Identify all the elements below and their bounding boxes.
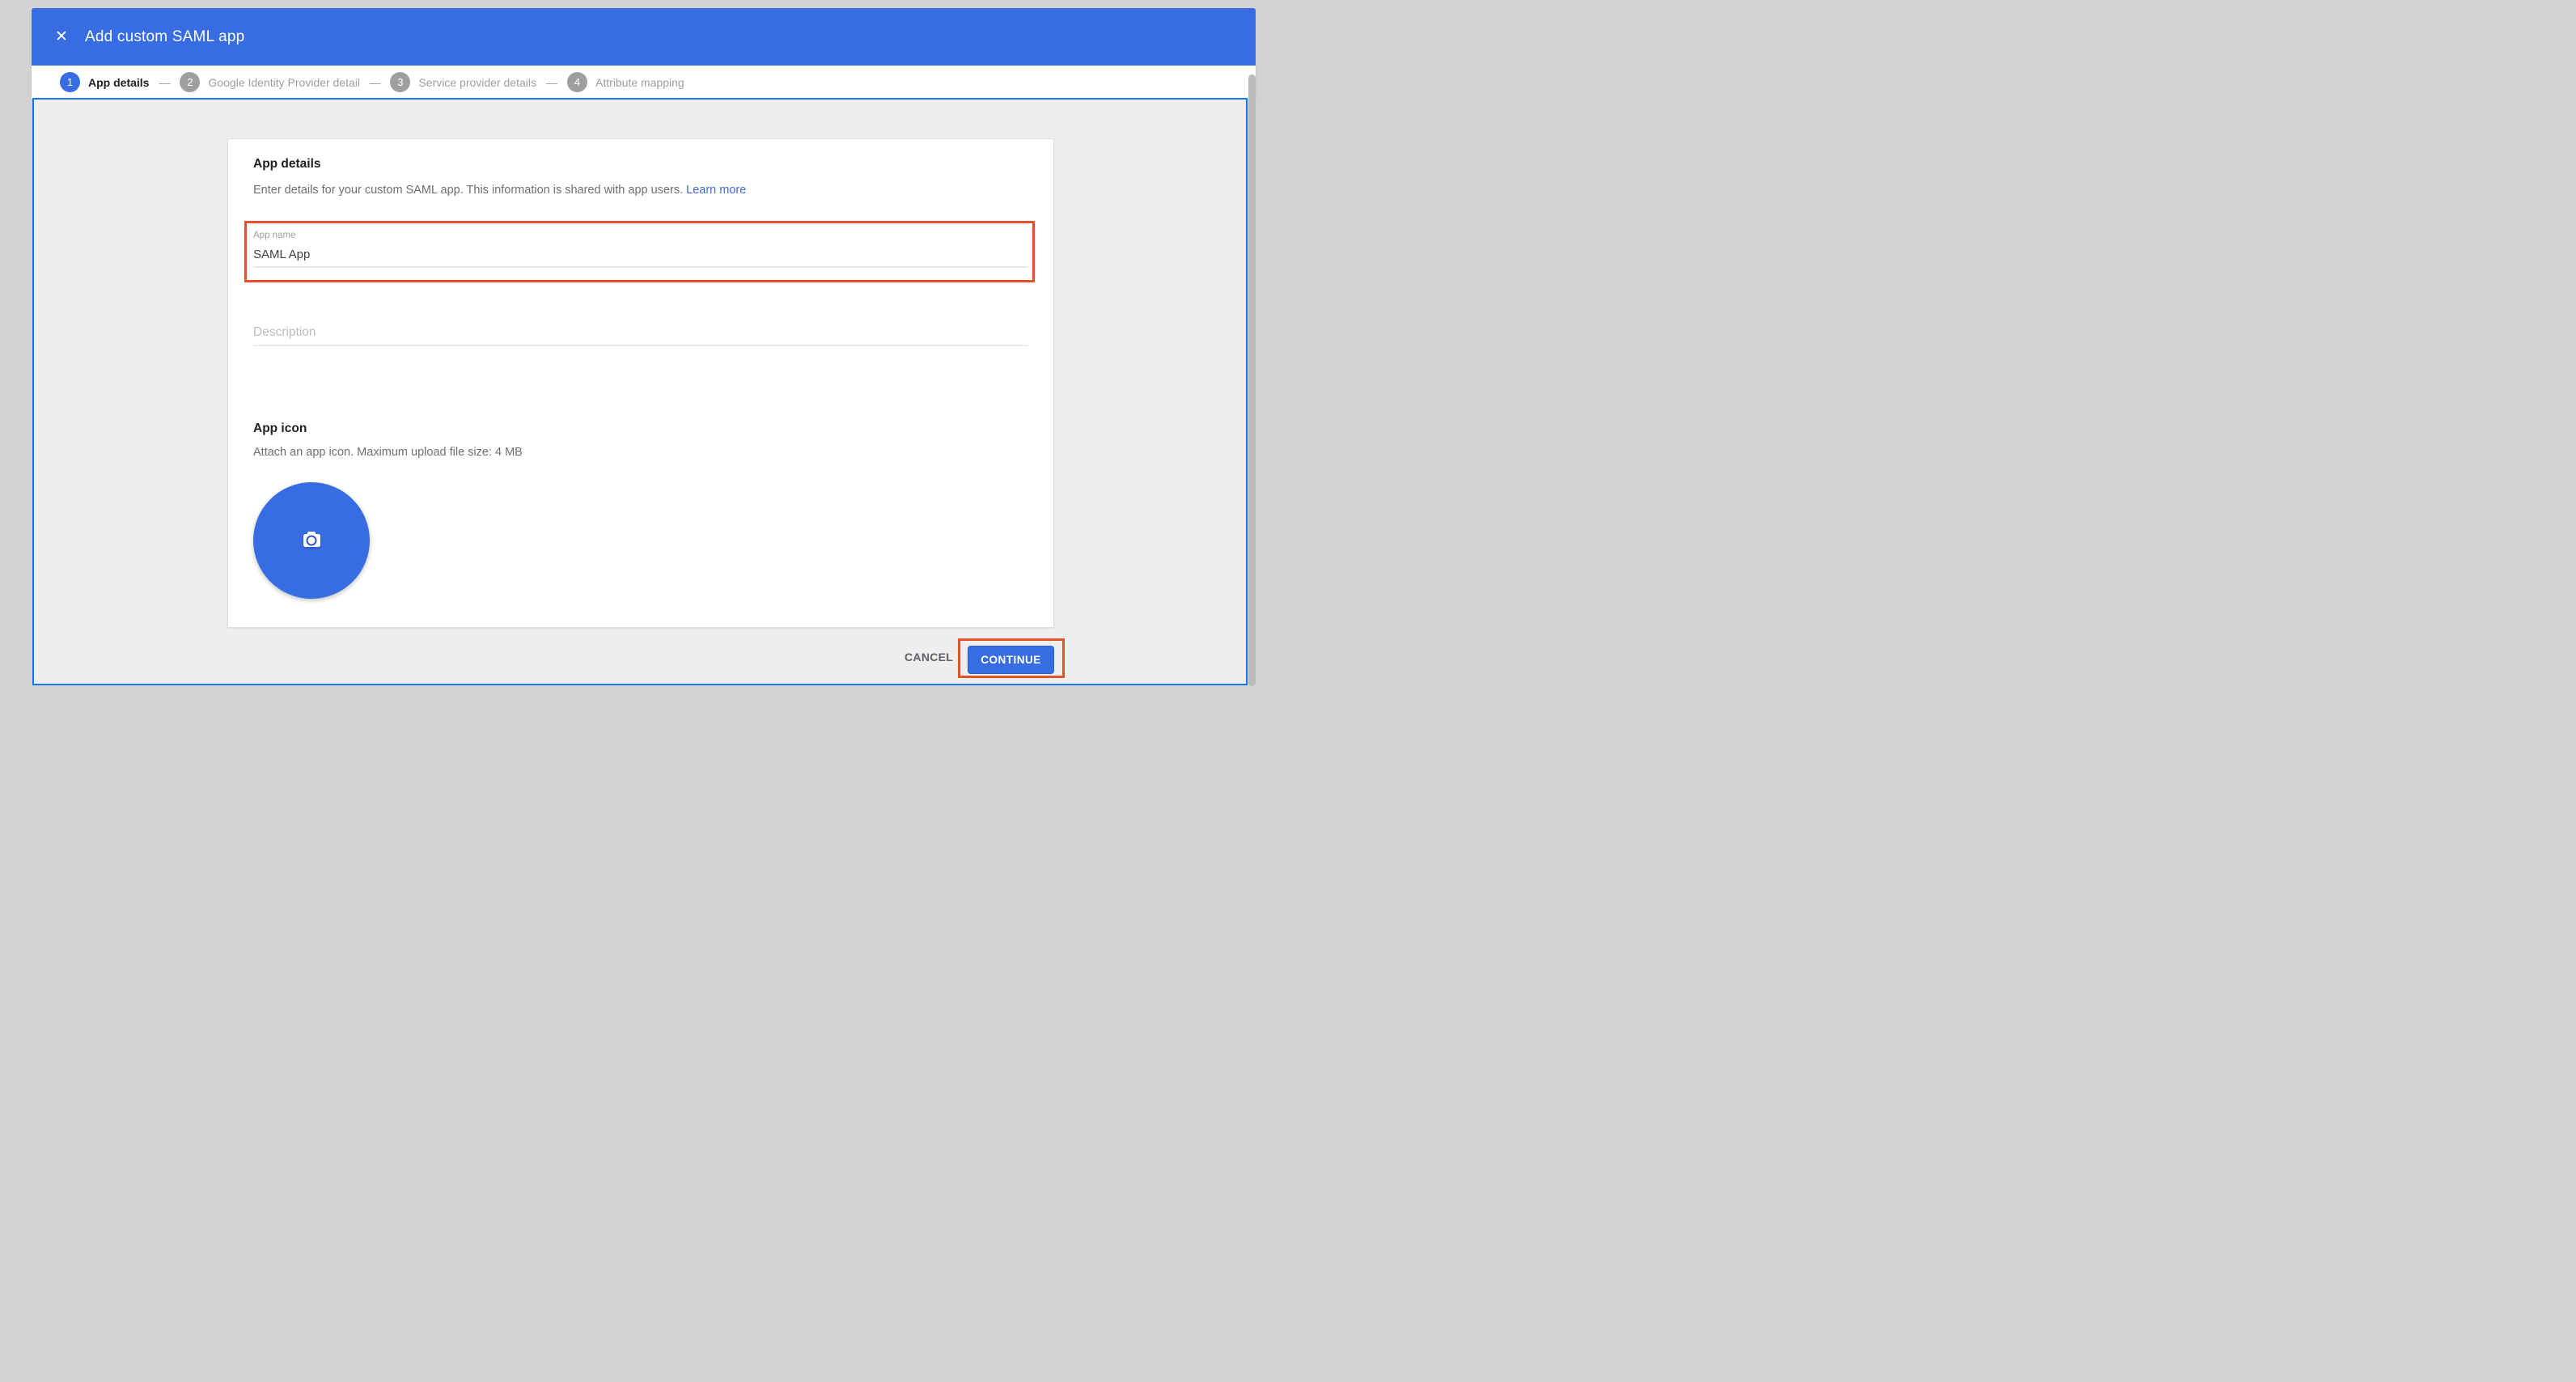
screen: ✕ Add custom SAML app 1 App details — 2 …: [0, 0, 1288, 691]
app-name-field-label: App name: [253, 231, 295, 240]
step-1-circle: 1: [60, 72, 80, 92]
app-name-input[interactable]: [253, 242, 1028, 268]
step-4-label: Attribute mapping: [595, 76, 684, 89]
step-app-details: 1 App details: [60, 72, 149, 92]
step-2-circle: 2: [180, 72, 200, 92]
wizard-stepper: 1 App details — 2 Google Identity Provid…: [32, 66, 1256, 99]
step-3-circle: 3: [390, 72, 410, 92]
description-input[interactable]: [253, 320, 1028, 346]
camera-icon: [303, 534, 320, 547]
dialog-title: Add custom SAML app: [85, 28, 244, 46]
app-details-card: App details Enter details for your custo…: [227, 138, 1054, 628]
section-title: App details: [253, 157, 321, 172]
step-separator: —: [546, 76, 557, 89]
step-4-circle: 4: [567, 72, 587, 92]
learn-more-link[interactable]: Learn more: [686, 184, 746, 197]
step-3-label: Service provider details: [418, 76, 536, 89]
app-icon-title: App icon: [253, 422, 307, 436]
dialog-header: ✕ Add custom SAML app: [32, 8, 1256, 66]
app-icon-description: Attach an app icon. Maximum upload file …: [253, 446, 523, 459]
app-icon-upload-button[interactable]: [253, 482, 370, 599]
continue-button[interactable]: CONTINUE: [968, 646, 1054, 674]
section-description: Enter details for your custom SAML app. …: [253, 184, 746, 197]
step-attribute-mapping: 4 Attribute mapping: [567, 72, 684, 92]
step-google-idp-details: 2 Google Identity Provider details: [180, 72, 359, 92]
step-2-label: Google Identity Provider details: [208, 76, 359, 89]
step-1-label: App details: [88, 76, 149, 89]
close-icon[interactable]: ✕: [53, 29, 70, 45]
step-separator: —: [159, 76, 170, 89]
section-description-text: Enter details for your custom SAML app. …: [253, 184, 683, 197]
cancel-button[interactable]: CANCEL: [898, 649, 960, 665]
step-separator: —: [369, 76, 380, 89]
step-service-provider-details: 3 Service provider details: [390, 72, 536, 92]
vertical-scrollbar-thumb[interactable]: [1248, 74, 1256, 686]
